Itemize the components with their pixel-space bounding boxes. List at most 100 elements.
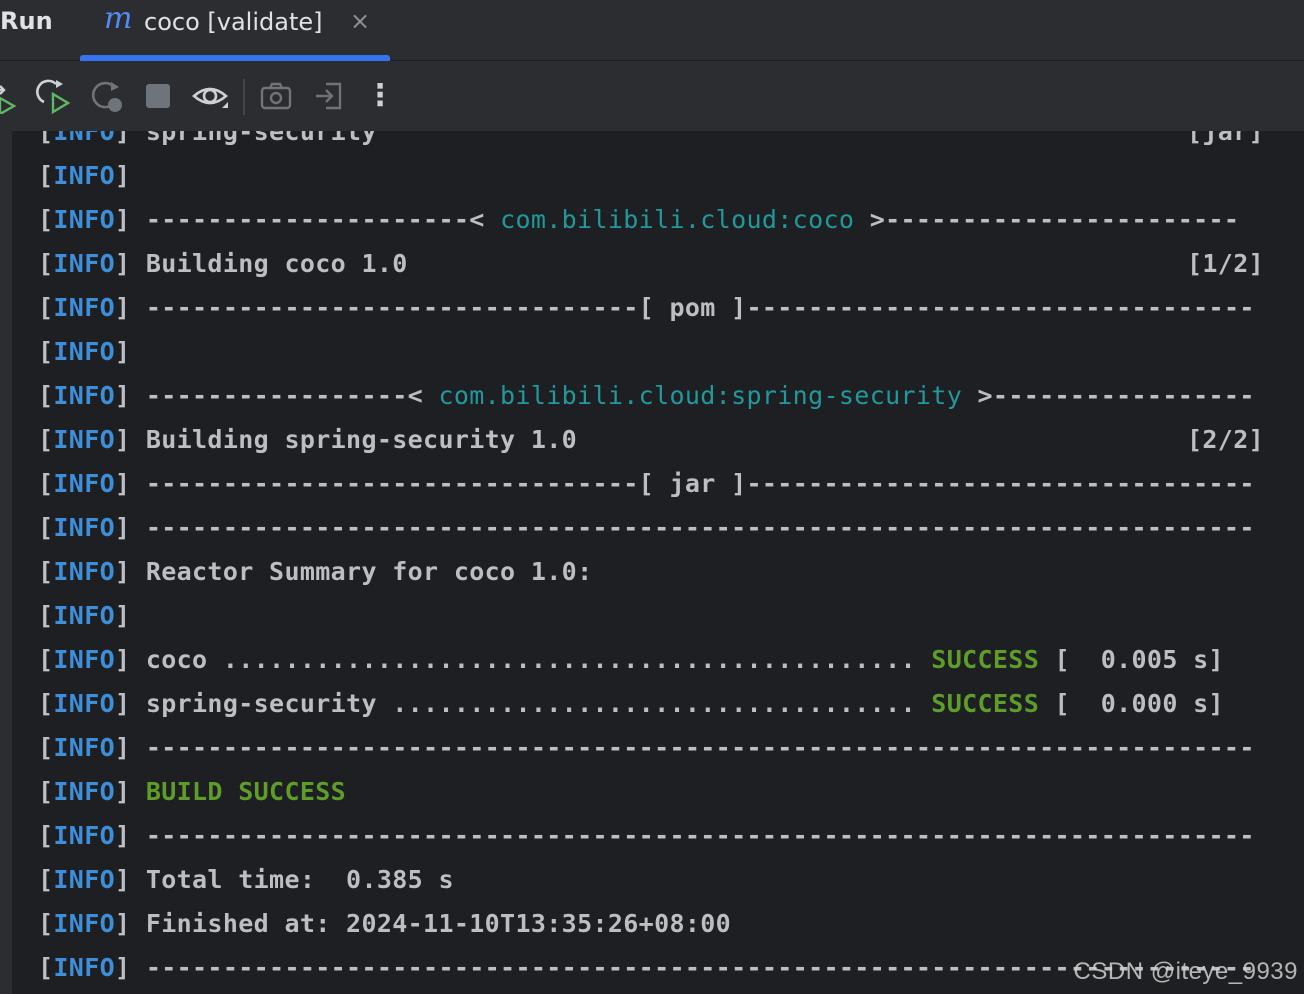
separator-dashes: >-----------------------: [854, 205, 1240, 234]
bracket: ]: [115, 205, 146, 234]
status-text: SUCCESS: [931, 689, 1040, 718]
console-line: [INFO] Reactor Summary for coco 1.0:: [38, 550, 1270, 594]
bracket: [: [38, 469, 54, 498]
log-level: INFO: [53, 909, 116, 938]
log-level: INFO: [53, 557, 116, 586]
restart-icon[interactable]: [89, 78, 125, 114]
bracket: ]: [115, 425, 146, 454]
tab-label: coco [validate]: [144, 8, 323, 36]
bracket: ]: [115, 909, 146, 938]
bracket: ]: [115, 557, 146, 586]
log-level: INFO: [53, 425, 116, 454]
log-level: INFO: [53, 205, 116, 234]
separator-dashes: ---------------------<: [145, 205, 501, 234]
show-icon[interactable]: [192, 78, 228, 114]
bracket: ]: [115, 469, 146, 498]
log-message: Finished at: 2024-11-10T13:35:26+08:00: [145, 909, 732, 938]
console-gutter: [0, 131, 12, 994]
status-text: BUILD SUCCESS: [145, 777, 347, 806]
log-level: INFO: [53, 381, 116, 410]
bracket: [: [38, 601, 54, 630]
maven-icon: m: [104, 1, 133, 36]
separator-dashes: --------------------------------[: [145, 469, 670, 498]
watermark: CSDN @iteye_9939: [1073, 958, 1298, 985]
log-message: Reactor Summary for coco 1.0:: [145, 557, 593, 586]
bracket: [: [38, 645, 54, 674]
log-message: spring-security ........................…: [145, 689, 932, 718]
console-lines: [INFO] spring-security [jar] [INFO] [INFO]…: [38, 131, 1270, 990]
bracket: [: [38, 381, 54, 410]
more-icon[interactable]: ⋮: [362, 78, 398, 114]
separator-dashes: ]---------------------------------: [715, 293, 1255, 322]
bracket: [: [38, 689, 54, 718]
build-progress: [jar]: [1186, 131, 1264, 146]
console-line: [INFO] BUILD SUCCESS: [38, 770, 1270, 814]
log-message: ----------------------------------------…: [145, 733, 1255, 762]
bracket: ]: [115, 513, 146, 542]
console-line: [INFO] Building spring-security 1.0 [2/2]: [38, 418, 1270, 462]
screenshot-icon[interactable]: [258, 78, 294, 114]
bracket: ]: [115, 821, 146, 850]
console-line: [INFO] Building coco 1.0 [1/2]: [38, 242, 1270, 286]
bracket: [: [38, 249, 54, 278]
bracket: [: [38, 865, 54, 894]
rerun-icon[interactable]: [0, 78, 28, 114]
separator-dashes: -----------------<: [145, 381, 439, 410]
console-line: [INFO] ---------------------< com.bilibi…: [38, 198, 1270, 242]
bracket: [: [38, 953, 54, 982]
console-line: [INFO] ---------------------------------…: [38, 814, 1270, 858]
build-progress: [2/2]: [1186, 425, 1264, 454]
log-message: ----------------------------------------…: [145, 821, 1255, 850]
bracket: [: [38, 205, 54, 234]
log-level: INFO: [53, 161, 116, 190]
console-line: [INFO]: [38, 330, 1270, 374]
console-line: [INFO] --------------------------------[…: [38, 462, 1270, 506]
bracket: [: [38, 557, 54, 586]
close-icon[interactable]: ×: [350, 4, 370, 38]
console-line: [INFO]: [38, 154, 1270, 198]
log-level: INFO: [53, 865, 116, 894]
log-level: INFO: [53, 469, 116, 498]
stop-icon[interactable]: [140, 78, 176, 114]
tool-window-title: Run: [0, 7, 53, 35]
module-link: com.bilibili.cloud:spring-security: [438, 381, 963, 410]
elapsed-time: [ 0.005 s]: [1039, 645, 1224, 674]
bracket: ]: [115, 865, 146, 894]
tab-coco-validate[interactable]: m coco [validate] ×: [80, 0, 390, 61]
console-line: [INFO] --------------------------------[…: [38, 286, 1270, 330]
console-line: [INFO] coco ............................…: [38, 638, 1270, 682]
bracket: [: [38, 425, 54, 454]
bracket: [: [38, 777, 54, 806]
rerun-failed-icon[interactable]: [36, 78, 72, 114]
bracket: ]: [115, 293, 146, 322]
log-level: INFO: [53, 821, 116, 850]
bracket: [: [38, 161, 54, 190]
packaging-type: jar: [669, 469, 716, 498]
bracket: ]: [115, 601, 146, 630]
bracket: ]: [115, 777, 146, 806]
bracket: [: [38, 909, 54, 938]
separator-dashes: --------------------------------[: [145, 293, 670, 322]
log-level: INFO: [53, 733, 116, 762]
packaging-type: pom: [669, 293, 716, 322]
log-level: INFO: [53, 777, 116, 806]
bracket: [: [38, 733, 54, 762]
console-line: [INFO] ---------------------------------…: [38, 726, 1270, 770]
console-line: [INFO] Finished at: 2024-11-10T13:35:26+…: [38, 902, 1270, 946]
log-level: INFO: [53, 513, 116, 542]
bracket: ]: [115, 337, 146, 366]
bracket: [: [38, 337, 54, 366]
toolbar-separator: [243, 79, 245, 115]
bracket: ]: [115, 953, 146, 982]
console-line: [INFO] ---------------------------------…: [38, 506, 1270, 550]
bracket: ]: [115, 645, 146, 674]
log-level: INFO: [53, 689, 116, 718]
log-level: INFO: [53, 131, 116, 146]
log-level: INFO: [53, 337, 116, 366]
status-text: SUCCESS: [931, 645, 1040, 674]
console-output[interactable]: [INFO] spring-security [jar] [INFO] [INFO]…: [0, 131, 1304, 994]
elapsed-time: [ 0.000 s]: [1039, 689, 1224, 718]
import-icon[interactable]: [312, 78, 348, 114]
separator-dashes: >-----------------: [962, 381, 1255, 410]
log-message: ----------------------------------------…: [145, 513, 1255, 542]
